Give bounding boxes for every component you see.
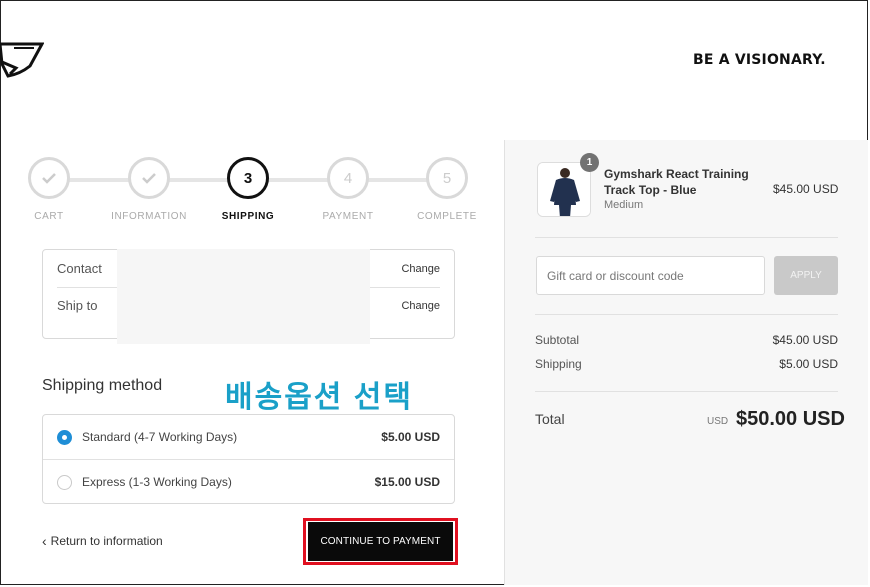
summary-divider: [535, 314, 838, 315]
annotation-text: 배송옵션 선택: [225, 381, 413, 414]
ship-to-label: Ship to: [57, 298, 98, 313]
return-to-information-link[interactable]: ‹ Return to information: [42, 533, 163, 549]
total-currency: USD: [707, 416, 729, 427]
redacted-address-block: [117, 249, 370, 344]
contact-change-link[interactable]: Change: [401, 263, 440, 275]
step-label-information[interactable]: INFORMATION: [99, 211, 199, 222]
discount-code-input[interactable]: [536, 256, 765, 295]
shipping-cost-value: $5.00 USD: [779, 357, 838, 371]
gymshark-logo[interactable]: [0, 40, 44, 80]
step-label-cart[interactable]: CART: [0, 211, 99, 222]
step-shipping-number: 3: [227, 157, 269, 199]
shipping-method-title: Shipping method: [42, 377, 163, 394]
shipping-option-price: $15.00 USD: [374, 475, 440, 489]
summary-divider: [535, 237, 838, 238]
shipping-option-label: Express (1-3 Working Days): [82, 475, 232, 489]
return-label: Return to information: [50, 534, 163, 548]
product-price: $45.00 USD: [773, 182, 839, 196]
total-value: $50.00 USD: [736, 408, 845, 430]
radio-unselected-icon[interactable]: [57, 474, 72, 490]
brand-tagline: BE A VISIONARY.: [693, 52, 826, 68]
step-complete-number: 5: [426, 157, 468, 199]
radio-selected-icon[interactable]: [57, 429, 72, 445]
step-payment-number: 4: [327, 157, 369, 199]
shipping-option-standard[interactable]: Standard (4-7 Working Days) $5.00 USD: [43, 415, 454, 459]
step-information-done-icon[interactable]: [128, 157, 170, 199]
shipping-option-price: $5.00 USD: [381, 430, 440, 444]
step-cart-done-icon[interactable]: [28, 157, 70, 199]
quantity-badge: 1: [580, 153, 599, 172]
total-label: Total: [535, 411, 565, 427]
shipping-options-box: Standard (4-7 Working Days) $5.00 USD Ex…: [42, 414, 455, 504]
step-label-shipping: SHIPPING: [221, 211, 275, 222]
subtotal-row: Subtotal $45.00 USD: [535, 333, 838, 347]
shipping-option-label: Standard (4-7 Working Days): [82, 430, 238, 444]
chevron-left-icon: ‹: [42, 533, 47, 549]
product-thumbnail: [537, 162, 591, 217]
subtotal-value: $45.00 USD: [772, 333, 838, 347]
apply-discount-button[interactable]: APPLY: [774, 256, 838, 295]
shipping-option-express[interactable]: Express (1-3 Working Days) $15.00 USD: [43, 460, 454, 504]
step-label-payment: PAYMENT: [322, 211, 374, 222]
shipping-cost-row: Shipping $5.00 USD: [535, 357, 838, 371]
product-name: Gymshark React Training Track Top - Blue: [604, 167, 749, 197]
continue-to-payment-button[interactable]: CONTINUE TO PAYMENT: [308, 522, 453, 561]
summary-divider: [535, 391, 838, 392]
contact-label: Contact: [57, 261, 102, 276]
shipping-cost-label: Shipping: [535, 357, 582, 371]
product-variant: Medium: [604, 199, 644, 211]
subtotal-label: Subtotal: [535, 333, 580, 347]
ship-to-change-link[interactable]: Change: [401, 300, 440, 312]
step-label-complete: COMPLETE: [417, 211, 477, 222]
